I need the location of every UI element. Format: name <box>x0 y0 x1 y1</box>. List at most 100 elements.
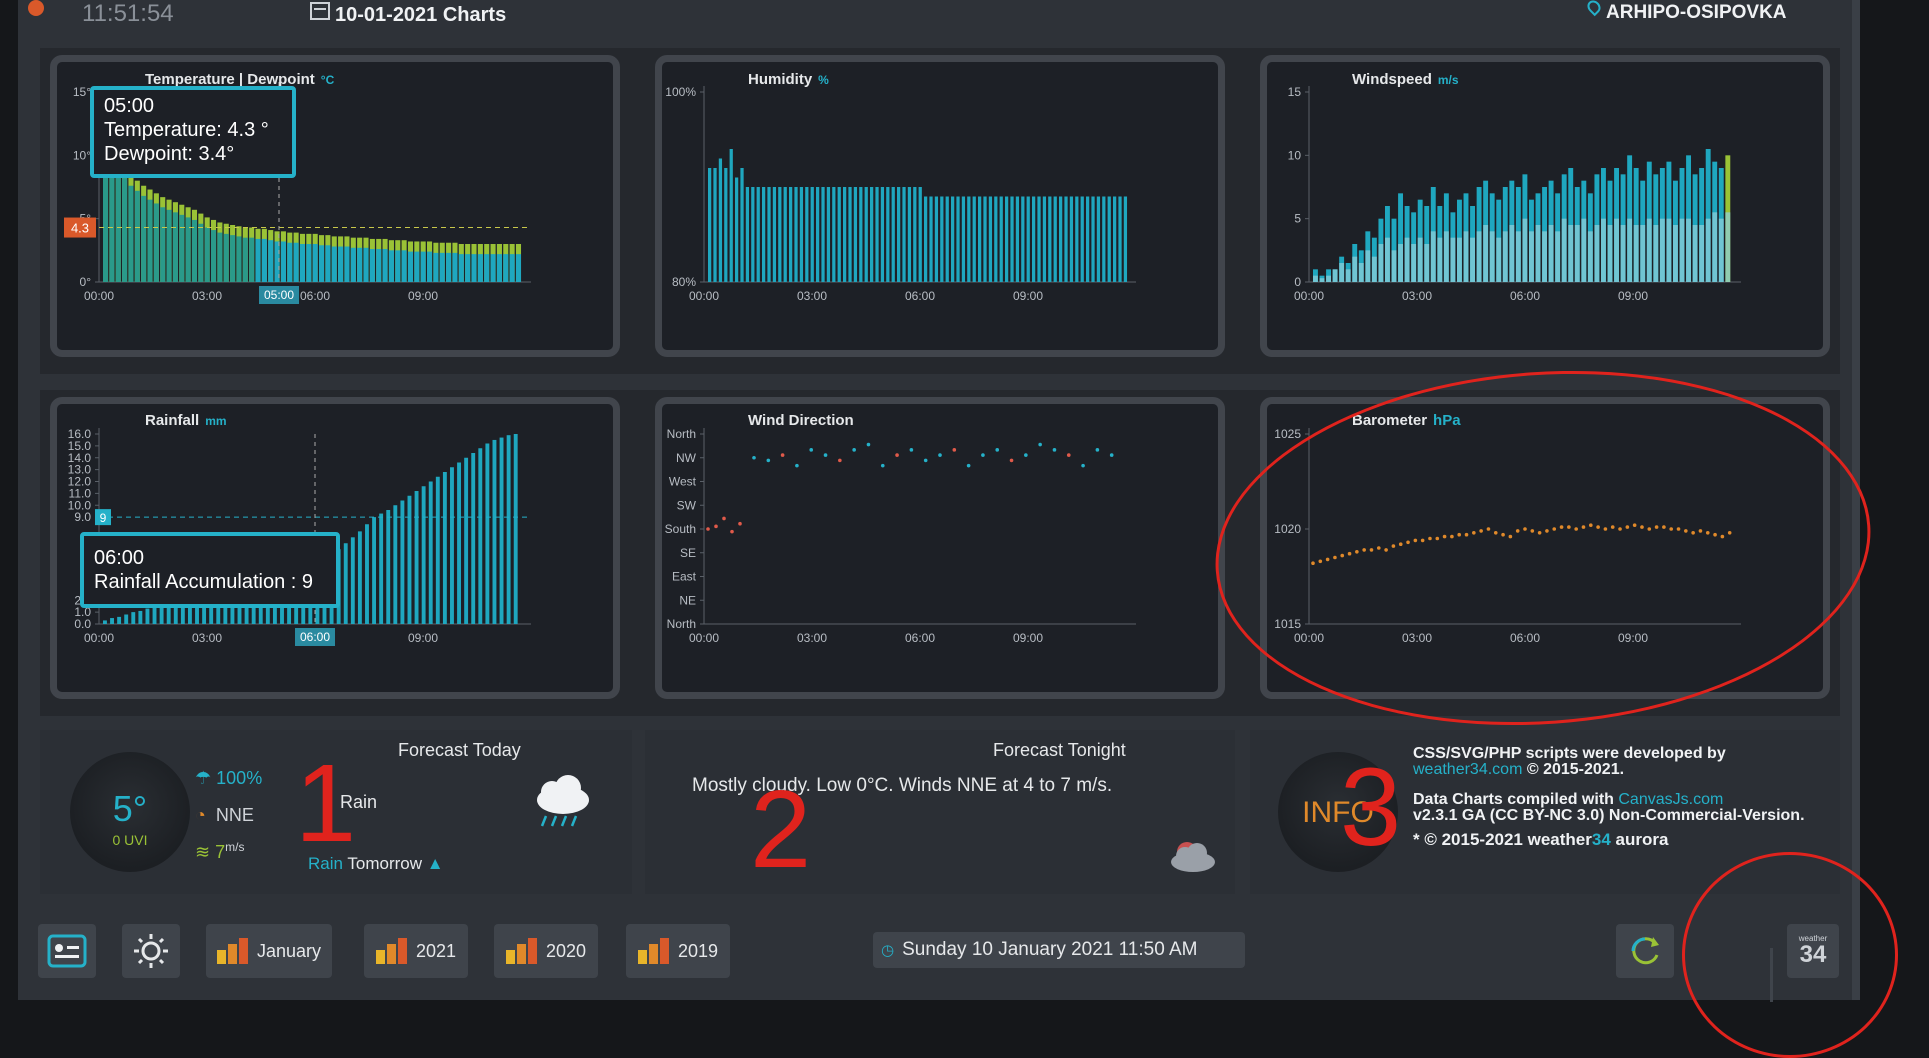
compass-icon: ◔ <box>195 805 206 825</box>
rainfall-bar <box>124 614 129 624</box>
refresh-button[interactable] <box>1616 924 1674 978</box>
humidity-bar <box>897 187 901 282</box>
speed-bar <box>1555 231 1561 282</box>
humidity-bar <box>1113 196 1117 282</box>
speed-bar <box>1601 218 1606 282</box>
humidity-bar <box>1096 196 1101 282</box>
humidity-bar <box>886 187 890 282</box>
dewpoint-bar <box>204 227 210 282</box>
humidity-bar <box>956 196 960 282</box>
year-2019-button[interactable]: 2019 <box>626 924 730 978</box>
speed-bar <box>1614 218 1619 282</box>
rain-cloud-icon <box>537 775 589 827</box>
dewpoint-bar <box>376 249 382 282</box>
x-tick-label: 09:00 <box>408 631 438 645</box>
dewpoint-bar <box>503 254 509 282</box>
humidity-bar <box>918 187 922 282</box>
info-text-block: CSS/SVG/PHP scripts were developed by we… <box>1413 746 1833 849</box>
info-line-3: v2.3.1 GA (CC BY-NC 3.0) Non-Commercial-… <box>1413 807 1805 824</box>
humidity-bar <box>756 187 760 282</box>
speed-bar <box>1404 237 1410 282</box>
weather34-logo-button[interactable]: weather 34 <box>1787 924 1839 978</box>
dewpoint-bar <box>172 212 178 282</box>
humidity-bar <box>1075 196 1079 282</box>
humidity-bar <box>951 196 955 282</box>
direction-point <box>995 448 1000 452</box>
windspeed-chart-card[interactable]: 15 10 5 0 00:00 03:00 06:00 09:00 <box>1260 55 1830 357</box>
dewpoint-bar <box>414 251 420 282</box>
humidity-bar <box>978 196 982 282</box>
dewpoint-bar <box>293 242 299 282</box>
direction-point <box>909 448 914 452</box>
datetime-display: ◷ Sunday 10 January 2021 11:50 AM <box>873 932 1245 968</box>
direction-point <box>714 524 718 529</box>
speed-bar <box>1620 225 1626 282</box>
theme-toggle-button[interactable] <box>122 924 180 978</box>
y-tick-label: 5 <box>1294 212 1301 226</box>
year-2020-button[interactable]: 2020 <box>494 924 598 978</box>
dewpoint-bar <box>236 236 242 282</box>
humidity-bar <box>810 187 814 282</box>
dewpoint-bar <box>471 254 477 282</box>
y-tick-label: 9.0 <box>74 510 91 524</box>
rainfall-tooltip: 06:00 Rainfall Accumulation : 9 <box>80 532 340 608</box>
canvasjs-link[interactable]: CanvasJs.com <box>1618 791 1723 808</box>
speed-bar <box>1385 237 1390 282</box>
humidity-chart: 100% 80%00:00 03:00 06:00 09:00 <box>665 85 1136 303</box>
january-button[interactable]: January <box>206 924 332 978</box>
humidity-chart-title: Humidity% <box>748 71 829 88</box>
year-2021-label: 2021 <box>415 940 457 961</box>
weather34-link[interactable]: weather34.com <box>1413 761 1522 778</box>
humidity-bar <box>1123 196 1128 282</box>
dewpoint-bar <box>230 235 236 282</box>
humidity-value: 100% <box>216 768 263 788</box>
year-2020-label: 2020 <box>545 940 587 961</box>
speed-bar <box>1332 269 1338 282</box>
wind-direction-title-text: Wind Direction <box>748 412 854 429</box>
year-2021-button[interactable]: 2021 <box>364 924 468 978</box>
direction-point <box>1109 453 1114 457</box>
direction-point <box>880 463 885 468</box>
speed-bar <box>1659 218 1665 282</box>
dewpoint-bar <box>446 252 452 282</box>
uvi-value: 0 UVI <box>112 832 148 848</box>
humidity-bar <box>1053 196 1057 282</box>
humidity-bar <box>988 196 993 282</box>
humidity-chart-card[interactable]: 100% 80% 00:00 03:00 06:00 09:00 <box>655 55 1225 357</box>
dewpoint-bar <box>109 165 115 282</box>
humidity-bar <box>999 196 1003 282</box>
y-tick-label: SE <box>680 546 696 560</box>
y-tick-label: 100% <box>665 85 696 99</box>
rainfall-bar <box>103 620 107 624</box>
speed-bar <box>1371 256 1377 282</box>
humidity-bar <box>1032 196 1036 282</box>
rainfall-bar <box>442 472 447 624</box>
x-tick-label: 09:00 <box>1618 289 1648 303</box>
humidity-bar <box>967 196 971 282</box>
dewpoint-bar <box>160 207 166 282</box>
wind-speed-unit: m/s <box>225 840 245 854</box>
direction-point <box>838 458 842 463</box>
humidity-bar <box>1086 196 1090 282</box>
wind-direction-chart-card[interactable]: North NW West SW South SE East NE North 00:00 03:0… <box>655 397 1225 699</box>
station-info-button[interactable] <box>38 924 96 978</box>
speed-bar <box>1542 231 1547 282</box>
speed-bar <box>1529 231 1534 282</box>
x-tick-label: 03:00 <box>192 631 222 645</box>
wind-dir-value: NNE <box>215 805 254 825</box>
page-title: 10-01-2021 Charts <box>335 4 507 26</box>
dewpoint-bar <box>261 238 267 282</box>
dewpoint-bar <box>153 203 159 282</box>
wind-dir-row: ◔ NNE <box>195 805 254 826</box>
humidity-bar <box>843 187 847 282</box>
dewpoint-bar <box>382 249 388 282</box>
wind-icon: ≋ <box>195 842 211 862</box>
humidity-bar <box>853 187 858 282</box>
dewpoint-bar <box>484 254 490 282</box>
annotation-2: 2 <box>750 768 812 891</box>
speed-bar <box>1319 278 1325 282</box>
speed-bar <box>1705 218 1711 282</box>
speed-bar <box>1430 231 1436 282</box>
x-tick-label: 03:00 <box>797 289 827 303</box>
speed-bar <box>1679 218 1685 282</box>
